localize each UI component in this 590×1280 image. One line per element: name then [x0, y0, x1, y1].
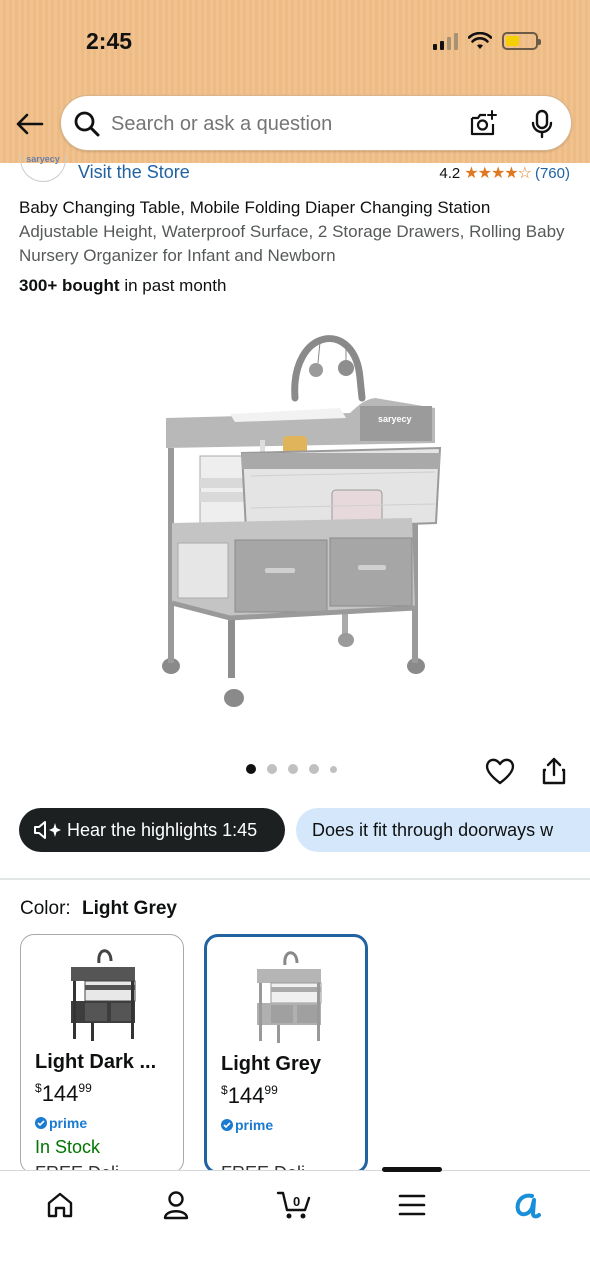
menu-icon [398, 1194, 426, 1216]
speaker-icon [34, 821, 61, 839]
rating-summary[interactable]: 4.2 ★★★★☆ (760) [439, 163, 570, 183]
carousel-dot[interactable] [267, 764, 277, 774]
home-icon [47, 1192, 73, 1218]
product-image-brand-label: saryecy [378, 414, 412, 424]
search-bar[interactable] [60, 95, 572, 151]
heart-icon[interactable] [484, 756, 516, 786]
search-input[interactable] [111, 108, 451, 140]
status-time: 2:45 [86, 28, 133, 54]
color-option-price: $14499 [35, 1081, 92, 1107]
hear-highlights-button[interactable]: Hear the highlights 1:45 [19, 808, 285, 852]
search-icon [74, 111, 100, 137]
bought-count-bold: 300+ bought [19, 276, 120, 295]
carousel-dot[interactable] [288, 764, 298, 774]
account-icon [163, 1191, 189, 1220]
header: 2:45 [0, 0, 590, 163]
price-cents: 99 [78, 1081, 92, 1095]
section-divider [0, 878, 590, 880]
bottom-navigation: 0 [0, 1167, 590, 1280]
carousel-dot[interactable] [246, 764, 256, 774]
color-option-thumbnail [257, 951, 322, 1043]
signal-icon [433, 32, 458, 50]
question-suggestion-chip[interactable]: Does it fit through doorways w [296, 808, 590, 852]
bought-count-rest: in past month [124, 276, 227, 295]
product-image[interactable]: saryecy [150, 318, 450, 718]
bought-count: 300+ bought in past month [19, 276, 226, 296]
price-whole: 144 [227, 1083, 265, 1108]
question-suggestion-label: Does it fit through doorways w [312, 819, 554, 840]
svg-text:0: 0 [293, 1194, 300, 1209]
color-option-name: Light Dark ... [35, 1051, 157, 1073]
nav-home[interactable] [40, 1185, 80, 1225]
battery-icon [502, 32, 541, 50]
prime-check-icon [221, 1119, 233, 1131]
color-label-text: Color: [20, 898, 71, 919]
store-row: saryecy Visit the Store 4.2 ★★★★☆ (760) [0, 154, 590, 188]
price-currency: $ [35, 1081, 42, 1095]
nav-account[interactable] [156, 1185, 196, 1225]
prime-badge: prime [35, 1115, 87, 1131]
back-arrow-icon[interactable] [14, 108, 46, 140]
star-rating-icon: ★★★★☆ [464, 165, 532, 182]
wifi-icon [468, 32, 492, 49]
price-currency: $ [221, 1083, 228, 1097]
carousel-dot[interactable] [309, 764, 319, 774]
color-option-price: $14499 [221, 1083, 278, 1109]
color-option-thumbnail [71, 949, 136, 1041]
microphone-icon[interactable] [529, 109, 555, 139]
carousel-dot[interactable] [330, 765, 337, 773]
rufus-icon [515, 1193, 541, 1219]
review-count[interactable]: (760) [535, 165, 570, 182]
share-icon[interactable] [541, 756, 567, 786]
product-title-block: Baby Changing Table, Mobile Folding Diap… [19, 196, 579, 268]
store-logo[interactable]: saryecy [20, 154, 66, 182]
rating-value: 4.2 [439, 164, 461, 182]
prime-check-icon [35, 1117, 47, 1129]
product-subtitle: Adjustable Height, Waterproof Surface, 2… [19, 222, 565, 265]
color-selector-label: Color: Light Grey [20, 898, 177, 920]
visit-store-link[interactable]: Visit the Store [78, 162, 190, 183]
nav-rufus[interactable] [508, 1185, 548, 1225]
status-icons [433, 32, 541, 50]
selected-color-name: Light Grey [81, 898, 177, 919]
color-option-light-grey[interactable]: Light Grey $14499 prime FREE Deli [204, 934, 368, 1174]
prime-label: prime [49, 1115, 88, 1131]
stock-status: In Stock [35, 1137, 101, 1157]
color-option-light-dark[interactable]: Light Dark ... $14499 prime In Stock FRE… [20, 934, 184, 1174]
color-option-name: Light Grey [221, 1053, 322, 1075]
nav-cart[interactable]: 0 [274, 1185, 314, 1225]
product-title: Baby Changing Table, Mobile Folding Diap… [19, 198, 491, 217]
nav-menu[interactable] [392, 1185, 432, 1225]
camera-icon[interactable] [469, 109, 499, 139]
prime-badge: prime [221, 1117, 273, 1133]
prime-label: prime [235, 1117, 274, 1133]
cart-icon: 0 [276, 1191, 311, 1219]
hear-highlights-label: Hear the highlights 1:45 [67, 819, 258, 840]
price-whole: 144 [41, 1081, 79, 1106]
image-carousel-dots[interactable] [246, 764, 337, 774]
active-tab-indicator [382, 1167, 442, 1172]
price-cents: 99 [264, 1083, 278, 1097]
